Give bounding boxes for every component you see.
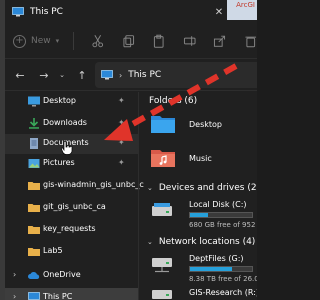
drive-usage-bar-c [189, 212, 253, 218]
drive-free-c: 680 GB free of 952 GB [189, 221, 257, 229]
nav-item-onedrive[interactable]: › OneDrive [5, 266, 138, 286]
nav-label: Lab5 [43, 246, 63, 255]
delete-icon[interactable] [244, 34, 257, 48]
folders-header-label: Folders (6) [149, 96, 198, 106]
chevron-down-icon: ⌄ [147, 184, 153, 192]
cut-icon[interactable] [91, 34, 104, 48]
breadcrumb-this-pc[interactable]: This PC [128, 70, 161, 80]
title-bar: This PC ✕ [5, 0, 227, 24]
network-drive-icon[interactable] [151, 256, 173, 274]
address-row: ← → ⌄ ↑ › This PC [5, 62, 257, 88]
breadcrumb-chevron-icon[interactable]: › [119, 71, 122, 80]
nav-label: key_requests [43, 224, 96, 233]
drive-usage-fill-c [190, 213, 208, 217]
forward-arrow-icon[interactable]: → [37, 68, 51, 82]
chevron-down-icon: ▾ [55, 37, 60, 45]
folder-icon [28, 226, 40, 234]
local-disk-icon[interactable] [151, 202, 173, 220]
network-group-header[interactable]: ⌄ Network locations (4) [139, 237, 255, 247]
folders-group-header[interactable]: ⌄ Folders (6) [137, 96, 197, 106]
devices-group-header[interactable]: ⌄ Devices and drives (2) [139, 183, 257, 193]
nav-item-downloads[interactable]: Downloads ✦ [5, 114, 138, 134]
desktop-icon [28, 96, 40, 107]
command-separator [73, 32, 75, 50]
file-explorer-window: ArcGI This PC ✕ + New ▾ ← → ⌄ ↑ › This P… [5, 0, 257, 300]
this-pc-icon [12, 7, 24, 17]
drive-label-c[interactable]: Local Disk (C:) [189, 200, 247, 209]
drive-label-r[interactable]: GIS-Research (R:) [189, 288, 257, 297]
network-header-label: Network locations (4) [158, 237, 256, 247]
nav-item-key-requests[interactable]: key_requests [5, 220, 138, 240]
window-title: This PC [30, 7, 63, 17]
nav-label: Downloads [43, 118, 87, 127]
nav-item-lab5[interactable]: Lab5 [5, 242, 138, 262]
hand-cursor-icon [61, 141, 73, 155]
up-arrow-icon[interactable]: ↑ [75, 68, 89, 82]
this-pc-icon [101, 70, 113, 80]
back-arrow-icon[interactable]: ← [13, 68, 27, 82]
navigation-pane: Desktop ✦ Downloads ✦ Documents ✦ [5, 92, 144, 300]
music-folder-icon[interactable] [151, 148, 175, 168]
documents-icon [30, 138, 38, 149]
chevron-down-icon: ⌄ [147, 238, 153, 246]
nav-label: gis-winadmin_gis_unbc_c [43, 180, 144, 189]
close-icon[interactable]: ✕ [211, 0, 227, 24]
folder-icon [28, 204, 40, 212]
cloud-icon [28, 272, 40, 279]
nav-label: This PC [43, 292, 73, 300]
folder-icon [28, 248, 40, 256]
command-bar: + New ▾ [5, 26, 257, 56]
network-drive-icon[interactable] [151, 288, 173, 300]
nav-item-gis-winadmin[interactable]: gis-winadmin_gis_unbc_c [5, 176, 144, 196]
rename-icon[interactable] [183, 34, 196, 48]
nav-item-git-gis[interactable]: git_gis_unbc_ca [5, 198, 138, 218]
pin-icon[interactable]: ✦ [118, 96, 125, 105]
folder-icon [28, 182, 40, 190]
nav-label: Pictures [43, 158, 75, 167]
folder-label-desktop[interactable]: Desktop [189, 120, 222, 129]
new-label: New [31, 36, 51, 46]
devices-header-label: Devices and drives (2) [158, 183, 257, 193]
plus-icon: + [13, 34, 26, 48]
download-icon [29, 118, 39, 129]
pictures-icon [28, 159, 40, 168]
command-divider [5, 58, 257, 59]
drive-free-g: 8.38 TB free of 26.0 TB [189, 275, 257, 283]
drive-usage-bar-g [189, 266, 253, 272]
nav-item-this-pc[interactable]: › This PC [5, 288, 138, 300]
new-button[interactable]: + New ▾ [13, 34, 60, 48]
copy-icon[interactable] [122, 34, 135, 48]
address-bar[interactable]: › This PC [95, 62, 257, 88]
chevron-right-icon[interactable]: › [13, 270, 16, 279]
background-app-text: ArcGI [236, 1, 255, 9]
content-pane: ⌄ Folders (6) Desktop Music ⌄ Devices an… [139, 92, 257, 300]
nav-label: Desktop [43, 96, 76, 105]
desktop-folder-icon[interactable] [151, 114, 175, 134]
share-icon[interactable] [213, 34, 226, 48]
chevron-right-icon[interactable]: › [13, 292, 16, 300]
nav-label: OneDrive [43, 270, 81, 279]
address-divider [5, 90, 257, 91]
paste-icon[interactable] [152, 34, 165, 48]
pin-icon[interactable]: ✦ [118, 158, 125, 167]
nav-label: git_gis_unbc_ca [43, 202, 106, 211]
recent-locations-icon[interactable]: ⌄ [55, 68, 69, 82]
pin-icon[interactable]: ✦ [118, 138, 125, 147]
folder-label-music[interactable]: Music [189, 154, 212, 163]
nav-item-pictures[interactable]: Pictures ✦ [5, 154, 138, 174]
pin-icon[interactable]: ✦ [118, 118, 125, 127]
this-pc-icon [28, 292, 40, 300]
background-app-strip: ArcGI [227, 0, 257, 20]
drive-usage-fill-g [190, 267, 233, 271]
nav-item-desktop[interactable]: Desktop ✦ [5, 92, 138, 112]
drive-label-g[interactable]: DeptFiles (G:) [189, 254, 244, 263]
